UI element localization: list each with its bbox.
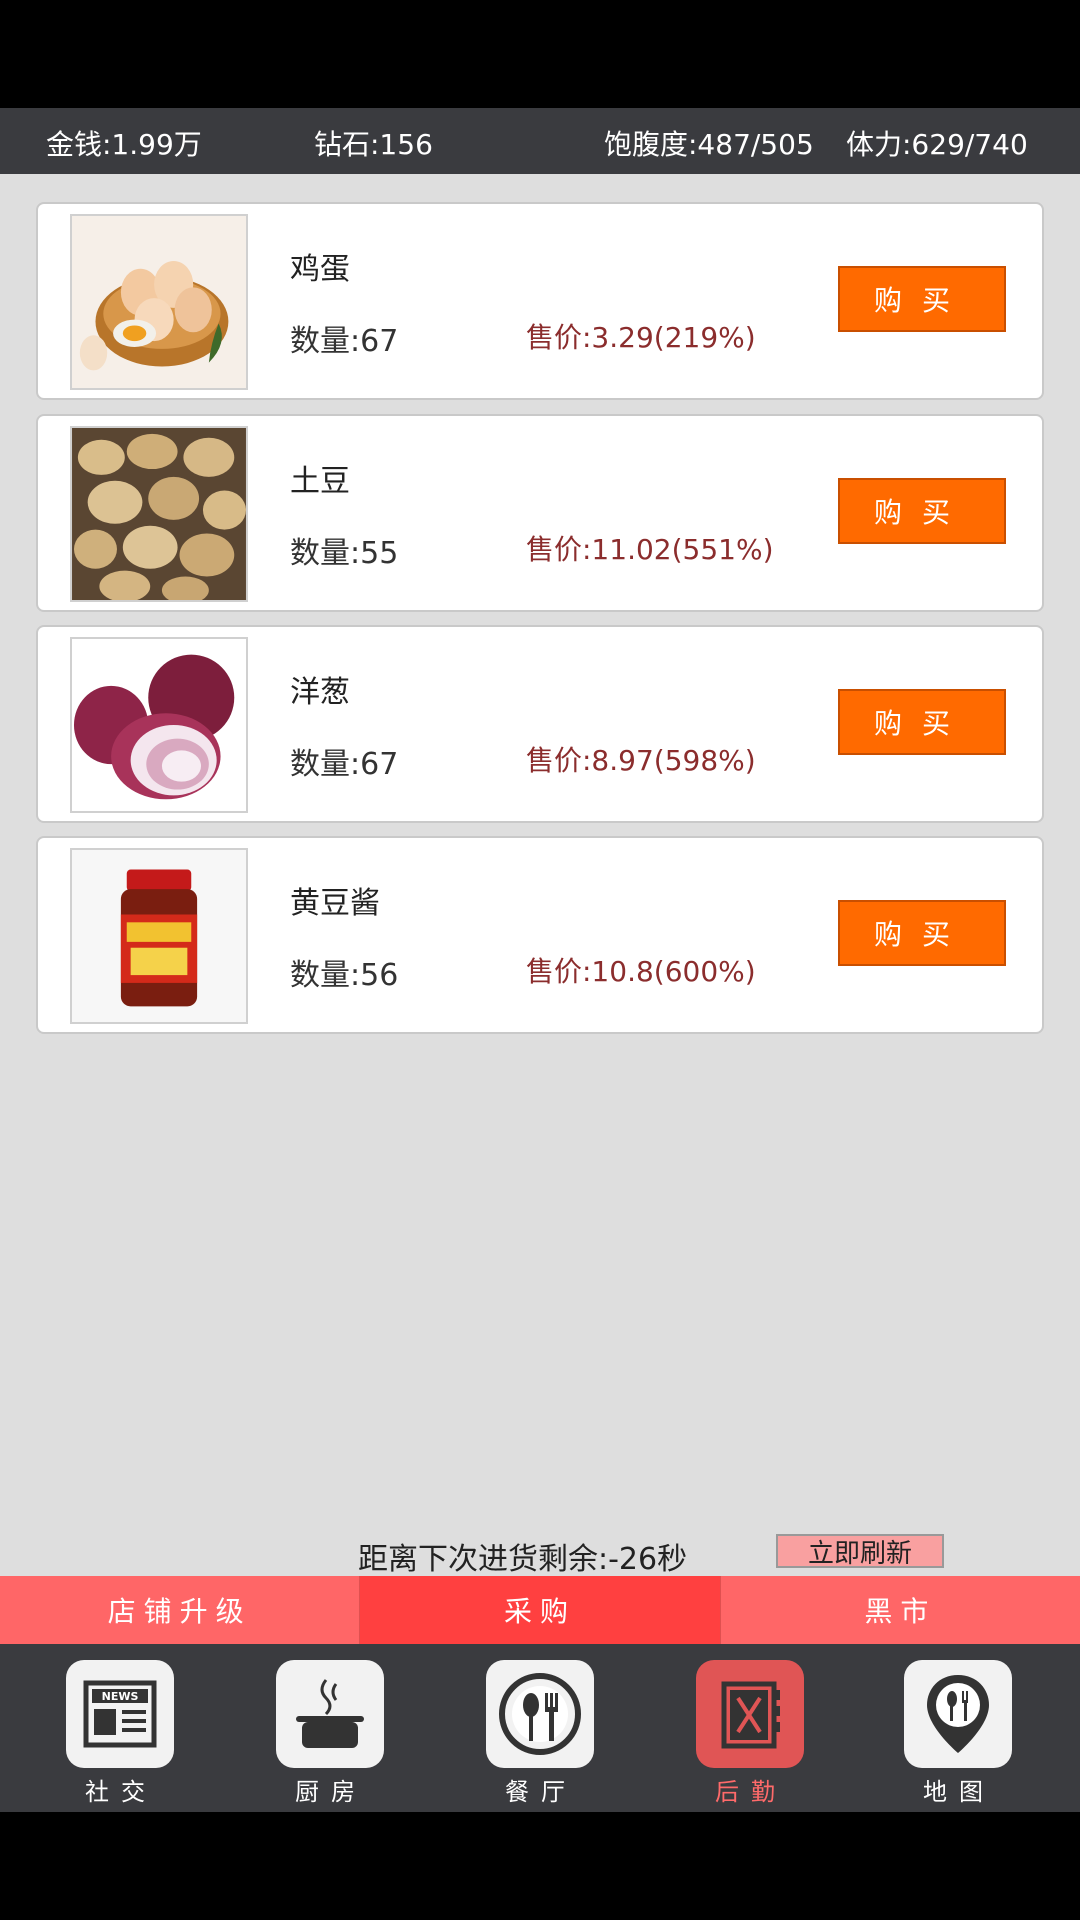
soybean-paste-jar-image	[70, 848, 248, 1024]
nav-kitchen[interactable]: 厨房	[276, 1660, 386, 1806]
top-black-bar	[0, 0, 1080, 108]
money-stat: 金钱:1.99万	[46, 128, 202, 161]
buy-button[interactable]: 购买	[838, 478, 1006, 544]
item-name: 洋葱	[290, 675, 350, 710]
item-name: 鸡蛋	[290, 252, 350, 287]
buy-button[interactable]: 购买	[838, 689, 1006, 755]
tab-black-market[interactable]: 黑市	[719, 1576, 1080, 1644]
refresh-now-button[interactable]: 立即刷新	[776, 1534, 944, 1569]
bottom-navigation: NEWS 社交 厨房 餐厅 后勤 地图	[0, 1644, 1080, 1812]
item-quantity: 数量:56	[290, 958, 399, 993]
item-card-soybean-paste: 黄豆酱 数量:56 售价:10.8(600%) 购买	[36, 836, 1044, 1034]
stamina-stat: 体力:629/740	[846, 128, 1028, 161]
nav-logistics[interactable]: 后勤	[696, 1660, 806, 1806]
tab-purchase[interactable]: 采购	[360, 1576, 720, 1644]
restock-timer-text: 距离下次进货剩余:-26秒	[358, 1542, 688, 1577]
nav-label: 地图	[923, 1778, 995, 1806]
satiety-stat: 饱腹度:487/505	[604, 128, 814, 161]
item-card-eggs: 鸡蛋 数量:67 售价:3.29(219%) 购买	[36, 202, 1044, 400]
nav-map[interactable]: 地图	[904, 1660, 1014, 1806]
item-name: 黄豆酱	[290, 886, 380, 921]
bottom-black-bar	[0, 1812, 1080, 1920]
item-price: 售价:10.8(600%)	[526, 955, 756, 988]
tab-shop-upgrade[interactable]: 店铺升级	[0, 1576, 361, 1644]
pot-icon	[276, 1660, 384, 1768]
item-price: 售价:3.29(219%)	[526, 321, 756, 354]
item-name: 土豆	[290, 464, 350, 499]
nav-label: 社交	[85, 1778, 157, 1806]
item-quantity: 数量:67	[290, 324, 399, 359]
nav-label: 厨房	[295, 1778, 367, 1806]
item-card-potatoes: 土豆 数量:55 售价:11.02(551%) 购买	[36, 414, 1044, 612]
map-pin-icon	[904, 1660, 1012, 1768]
eggs-image	[70, 214, 248, 390]
buy-button[interactable]: 购买	[838, 900, 1006, 966]
shop-tabs: 店铺升级 采购 黑市	[0, 1576, 1080, 1644]
nav-label: 餐厅	[505, 1778, 577, 1806]
dining-icon	[486, 1660, 594, 1768]
item-price: 售价:11.02(551%)	[526, 533, 774, 566]
diamond-stat: 钻石:156	[314, 128, 433, 161]
item-price: 售价:8.97(598%)	[526, 744, 756, 777]
item-card-onions: 洋葱 数量:67 售价:8.97(598%) 购买	[36, 625, 1044, 823]
item-quantity: 数量:67	[290, 747, 399, 782]
buy-button[interactable]: 购买	[838, 266, 1006, 332]
news-icon: NEWS	[66, 1660, 174, 1768]
resource-status-bar: 金钱:1.99万 钻石:156 饱腹度:487/505 体力:629/740	[0, 108, 1080, 174]
potatoes-image	[70, 426, 248, 602]
restock-timer-row: 距离下次进货剩余:-26秒 立即刷新	[0, 1534, 1080, 1577]
logistics-icon	[696, 1660, 804, 1768]
onions-image	[70, 637, 248, 813]
item-quantity: 数量:55	[290, 536, 399, 571]
nav-label: 后勤	[715, 1778, 787, 1806]
nav-social[interactable]: NEWS 社交	[66, 1660, 176, 1806]
svg-text:NEWS: NEWS	[102, 1690, 139, 1703]
nav-restaurant[interactable]: 餐厅	[486, 1660, 596, 1806]
purchase-list-area: 鸡蛋 数量:67 售价:3.29(219%) 购买 土豆 数量:55 售价:11…	[0, 174, 1080, 1577]
